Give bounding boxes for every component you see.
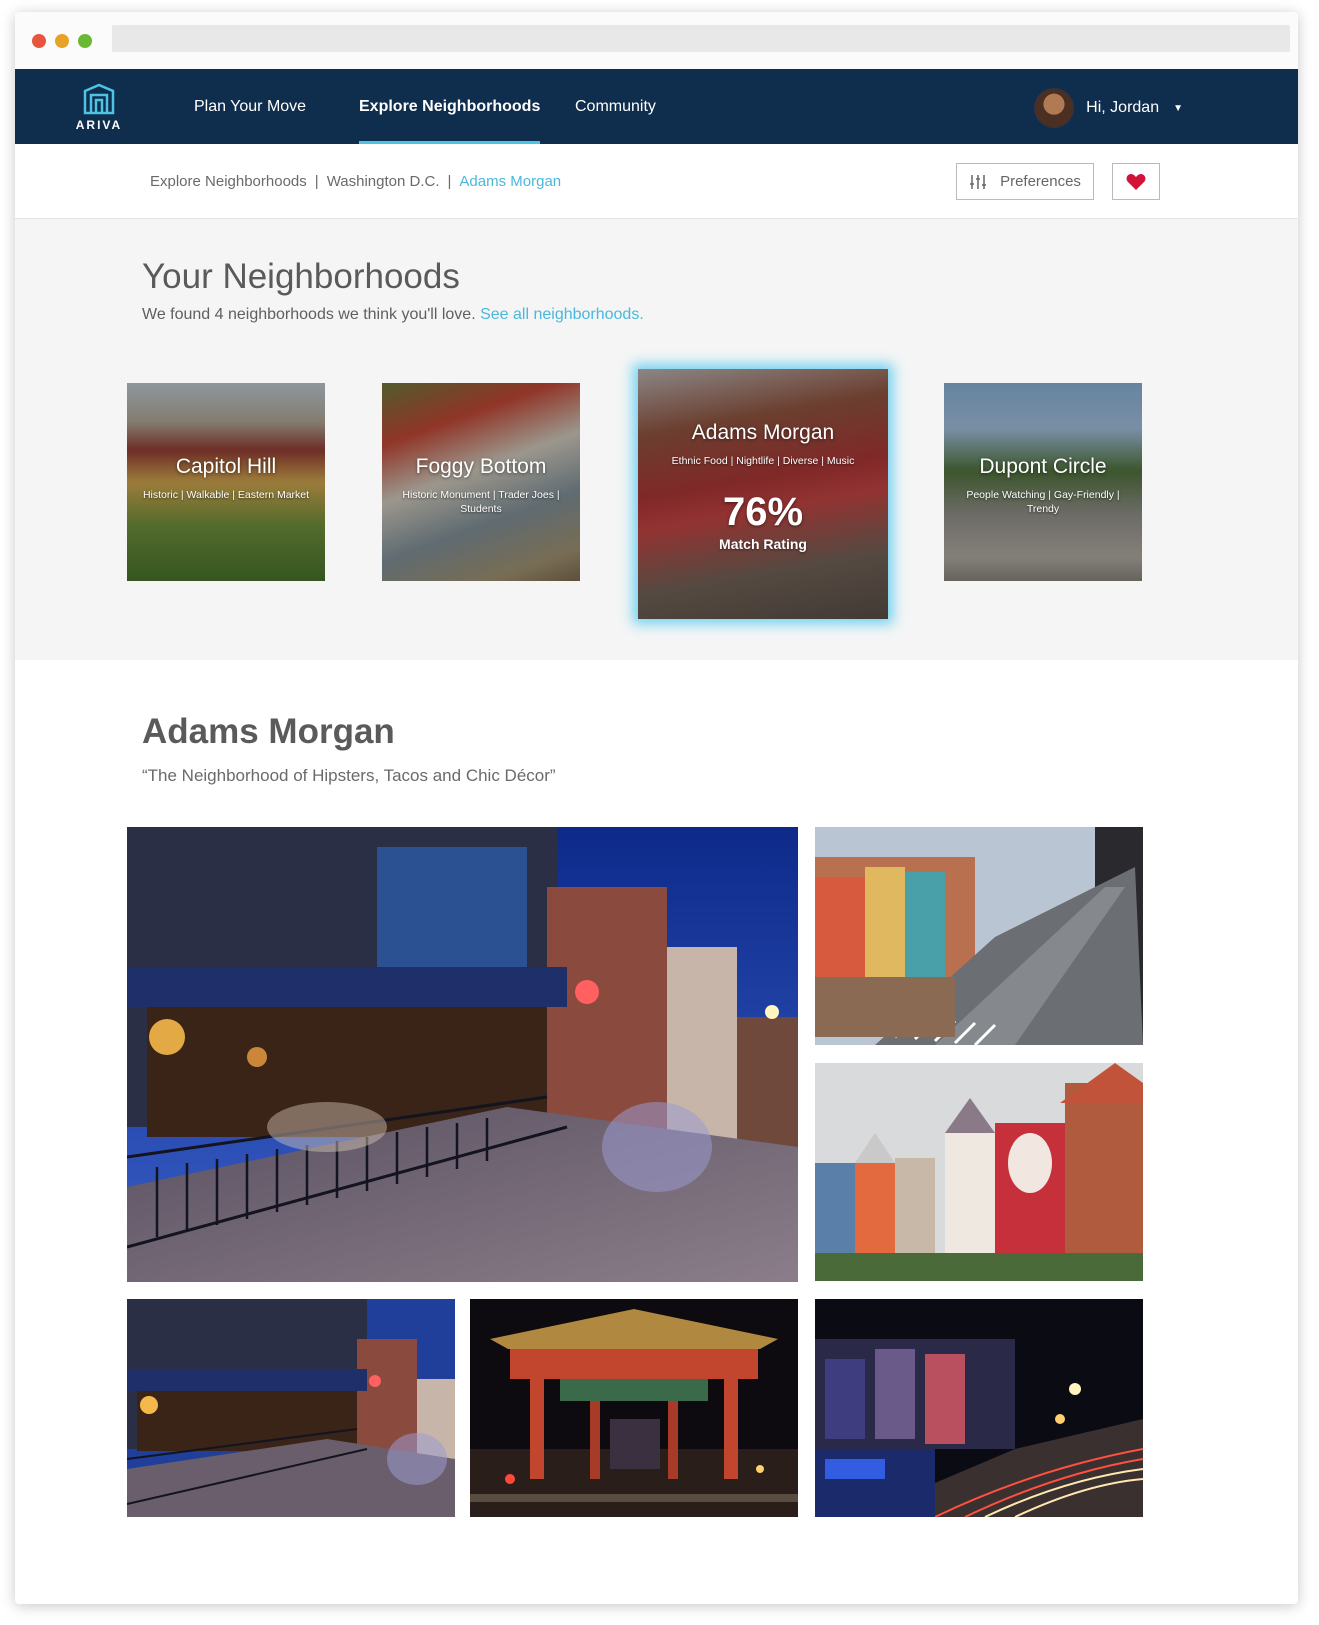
see-all-link[interactable]: See all neighborhoods. [480, 306, 644, 323]
photo-mural-buildings-image [815, 1063, 1143, 1281]
neighborhood-detail-title: Adams Morgan [142, 712, 395, 751]
top-nav: ARIVA Plan Your Move Explore Neighborhoo… [15, 69, 1298, 144]
photo-restaurant-patio-small-image [127, 1299, 455, 1517]
neighborhood-card-dupont-circle[interactable]: Dupont Circle People Watching | Gay-Frie… [944, 383, 1142, 581]
photo-street-night-lights[interactable] [815, 1299, 1143, 1517]
caret-down-icon: ▼ [1173, 102, 1183, 114]
photo-street-night-lights-image [815, 1299, 1143, 1517]
card-tags: Ethnic Food | Nightlife | Diverse | Musi… [671, 455, 855, 467]
logo-text: ARIVA [75, 118, 123, 132]
browser-chrome [15, 12, 1298, 69]
ariva-logo[interactable]: ARIVA [71, 83, 127, 132]
photo-chinatown-arch-night-image [470, 1299, 798, 1517]
card-tags: Historic Monument | Trader Joes | Studen… [402, 489, 560, 515]
breadcrumb-explore[interactable]: Explore Neighborhoods [150, 173, 307, 190]
user-menu[interactable]: Hi, Jordan ▼ [1034, 88, 1183, 128]
breadcrumb-separator: | [447, 173, 452, 190]
nav-explore-neighborhoods[interactable]: Explore Neighborhoods [359, 69, 541, 144]
maximize-window-button[interactable] [78, 34, 92, 48]
preferences-label: Preferences [1000, 173, 1081, 190]
photo-night-restaurant-patio-image [127, 827, 798, 1282]
heart-icon [1126, 173, 1146, 190]
card-name: Dupont Circle [979, 455, 1107, 478]
card-name: Capitol Hill [175, 455, 277, 478]
neighborhoods-section: Your Neighborhoods We found 4 neighborho… [15, 219, 1298, 660]
card-name: Foggy Bottom [415, 455, 547, 478]
photo-street-aerial-day-image [815, 827, 1143, 1045]
breadcrumb: Explore Neighborhoods | Washington D.C. | Ad… [150, 144, 561, 219]
favorite-button[interactable] [1112, 163, 1160, 200]
photo-mural-buildings[interactable] [815, 1063, 1143, 1281]
photo-street-aerial-day[interactable] [815, 827, 1143, 1045]
breadcrumb-current: Adams Morgan [459, 173, 562, 190]
intro-text: We found 4 neighborhoods we think you'll… [142, 306, 644, 324]
photo-chinatown-arch-night[interactable] [470, 1299, 798, 1517]
intro-message: We found 4 neighborhoods we think you'll… [142, 306, 476, 323]
match-rating-value: 76% [722, 490, 804, 534]
user-greeting: Hi, Jordan [1086, 99, 1160, 116]
sub-toolbar: Explore Neighborhoods | Washington D.C. | Ad… [15, 144, 1298, 219]
card-tags: People Watching | Gay-Friendly | Trendy [966, 489, 1120, 515]
nav-community[interactable]: Community [575, 69, 656, 144]
neighborhood-card-adams-morgan[interactable]: Adams Morgan Ethnic Food | Nightlife | D… [638, 369, 888, 619]
minimize-window-button[interactable] [55, 34, 69, 48]
photo-restaurant-patio-small[interactable] [127, 1299, 455, 1517]
address-bar[interactable] [112, 25, 1290, 52]
breadcrumb-separator: | [314, 173, 319, 190]
section-title: Your Neighborhoods [142, 257, 460, 296]
breadcrumb-city[interactable]: Washington D.C. [327, 173, 440, 190]
browser-window: ARIVA Plan Your Move Explore Neighborhoo… [15, 12, 1298, 1604]
match-rating-label: Match Rating [719, 536, 807, 552]
sliders-icon [970, 174, 987, 189]
close-window-button[interactable] [32, 34, 46, 48]
neighborhood-card-capitol-hill[interactable]: Capitol Hill Historic | Walkable | Easte… [127, 383, 325, 581]
card-name: Adams Morgan [691, 421, 835, 444]
card-tags: Historic | Walkable | Eastern Market [142, 489, 310, 501]
preferences-button[interactable]: Preferences [956, 163, 1094, 200]
neighborhood-card-foggy-bottom[interactable]: Foggy Bottom Historic Monument | Trader … [382, 383, 580, 581]
neighborhood-tagline: “The Neighborhood of Hipsters, Tacos and… [142, 766, 556, 785]
photo-night-restaurant-patio[interactable] [127, 827, 798, 1282]
nav-plan-your-move[interactable]: Plan Your Move [194, 69, 306, 144]
logo-icon [83, 83, 115, 115]
avatar [1034, 88, 1075, 128]
